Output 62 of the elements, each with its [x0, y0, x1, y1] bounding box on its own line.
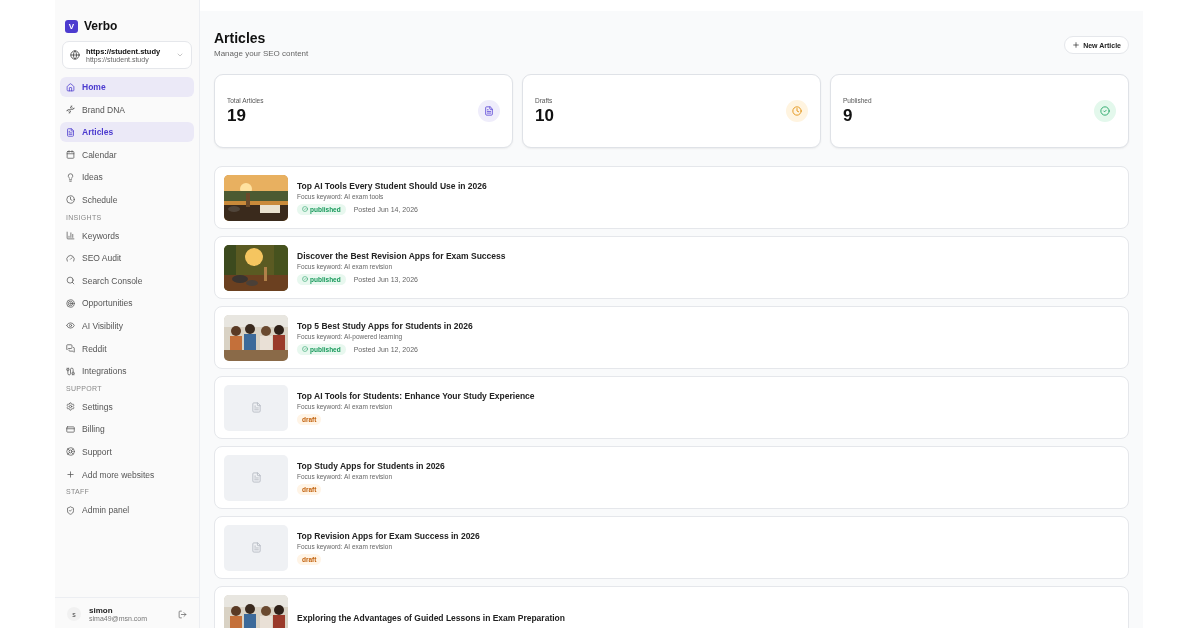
nav-icon: [66, 172, 75, 182]
nav-icon: [66, 402, 75, 412]
nav-item[interactable]: Ideas: [60, 167, 194, 188]
nav-item[interactable]: Brand DNA: [60, 99, 194, 120]
article-title: Top Revision Apps for Exam Success in 2026: [297, 530, 480, 541]
nav-icon: [66, 150, 75, 160]
nav-item[interactable]: SEO Audit: [60, 248, 194, 269]
nav-item[interactable]: Opportunities: [60, 293, 194, 314]
nav-icon: [66, 447, 75, 457]
nav-icon: [66, 195, 75, 205]
nav-item[interactable]: Support: [60, 441, 194, 462]
nav-item[interactable]: AI Visibility: [60, 315, 194, 336]
nav-item[interactable]: Admin panel: [60, 500, 194, 521]
nav-icon: [66, 276, 75, 286]
article-title: Top AI Tools for Students: Enhance Your Study Experience: [297, 390, 535, 401]
document-icon: [224, 384, 288, 431]
plus-icon: [1072, 41, 1081, 49]
stat-value: 19: [227, 105, 247, 126]
nav-icon: [66, 298, 75, 308]
nav-item[interactable]: Settings: [60, 396, 194, 417]
page-title: Articles: [214, 30, 267, 46]
article-title: Top AI Tools Every Student Should Use in 2026: [297, 180, 487, 191]
globe-icon: [70, 50, 80, 60]
nav-item[interactable]: Articles: [60, 122, 194, 143]
nav-icon: [66, 82, 75, 92]
nav-item[interactable]: Integrations: [60, 361, 194, 382]
logout-icon[interactable]: [178, 609, 187, 619]
check-circle-icon: [1094, 100, 1116, 122]
stat-value: 9: [843, 105, 854, 126]
article-title: Top Study Apps for Students in 2026: [297, 460, 445, 471]
nav-item[interactable]: Keywords: [60, 225, 194, 246]
article-title: Discover the Best Revision Apps for Exam Success: [297, 250, 506, 261]
brand-name: Verbo: [84, 19, 118, 33]
nav-icon: [66, 321, 75, 331]
nav-icon: [66, 231, 75, 241]
article-title: Top 5 Best Study Apps for Students in 2026: [297, 320, 473, 331]
user-name: simon: [89, 606, 114, 615]
page-subtitle: Manage your SEO content: [214, 49, 309, 58]
logo: V: [65, 19, 78, 33]
nav-icon: [66, 105, 75, 115]
nav-item[interactable]: Search Console: [60, 270, 194, 291]
nav-icon: [66, 505, 75, 515]
nav-item[interactable]: Calendar: [60, 144, 194, 165]
stat-value: 10: [535, 105, 554, 126]
nav-item[interactable]: Billing: [60, 419, 194, 440]
nav-item[interactable]: Home: [60, 77, 194, 97]
nav-item[interactable]: Reddit: [60, 338, 194, 359]
article-title: Exploring the Advantages of Guided Lessons in Exam Preparation: [297, 612, 565, 623]
article-card[interactable]: Exploring the Advantages of Guided Lessons in Exam Preparation: [214, 586, 1129, 628]
nav-item[interactable]: Schedule: [60, 189, 194, 210]
nav-icon: [66, 344, 75, 354]
document-icon: [224, 524, 288, 571]
nav-icon: [66, 470, 75, 479]
chevron-down-icon: [176, 51, 184, 59]
nav-icon: [66, 127, 75, 137]
nav-icon: [66, 253, 75, 263]
nav-item[interactable]: Add more websites: [60, 464, 194, 485]
document-icon: [224, 454, 288, 501]
document-icon: [478, 100, 500, 122]
clock-icon: [786, 100, 808, 122]
nav-icon: [66, 366, 75, 376]
nav-icon: [66, 424, 75, 434]
